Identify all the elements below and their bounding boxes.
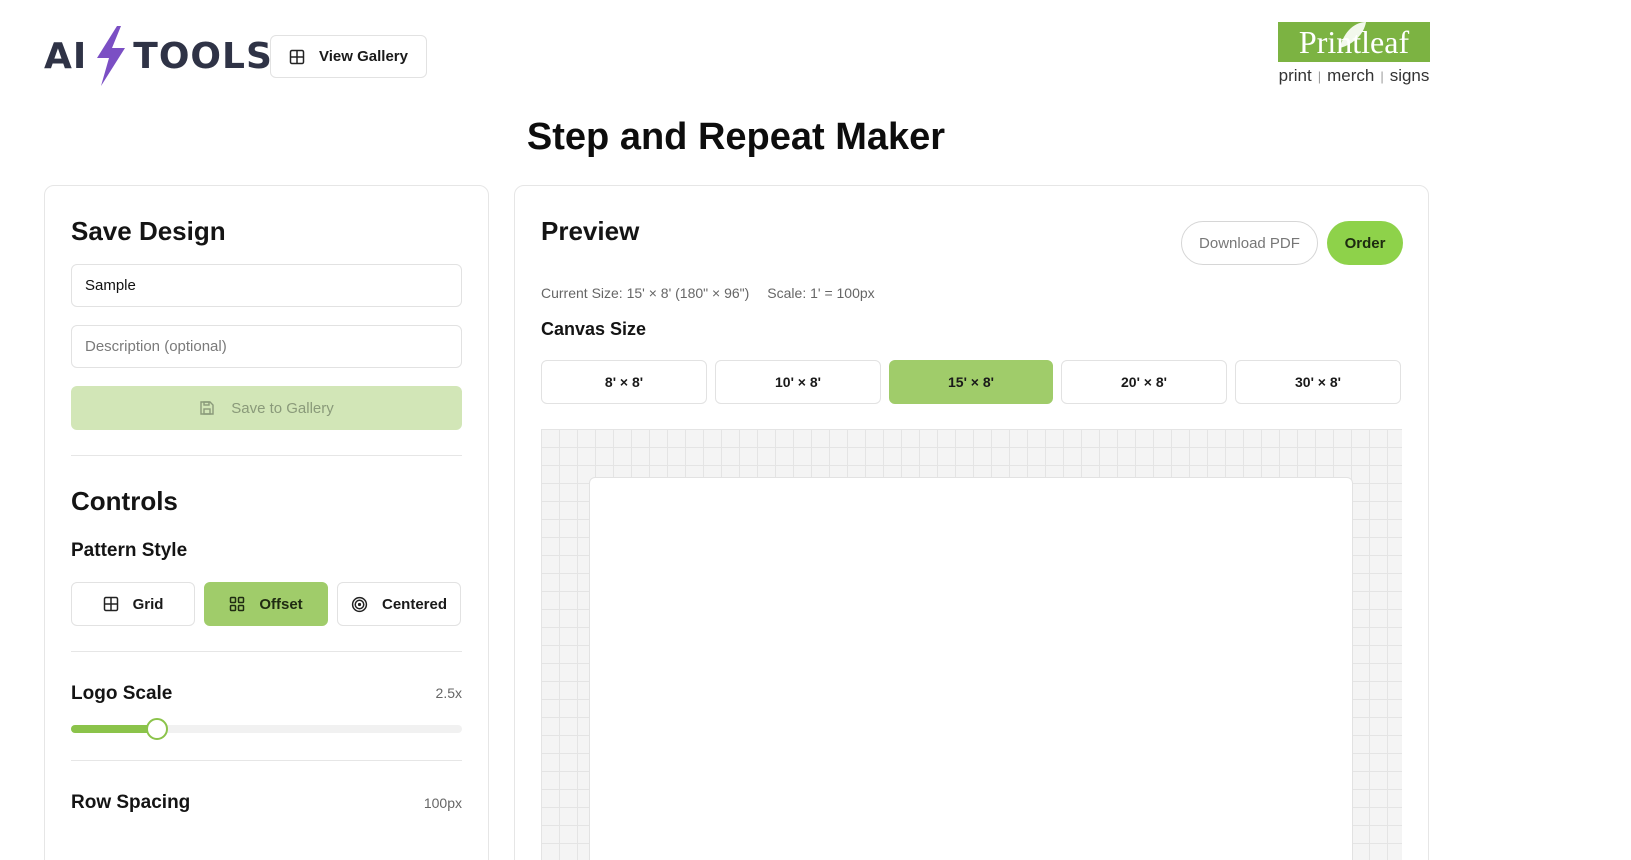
design-name-input[interactable]: Sample <box>71 264 462 307</box>
controls-heading: Controls <box>71 486 178 516</box>
pattern-grid-label: Grid <box>132 595 164 613</box>
layout-grid-icon <box>230 596 245 612</box>
download-pdf-button[interactable]: Download PDF <box>1181 221 1318 265</box>
brand-logo[interactable]: AI TOOLS <box>44 26 273 86</box>
divider <box>71 455 462 456</box>
pattern-style-label: Pattern Style <box>71 540 188 561</box>
size-button-15x8[interactable]: 15' × 8' <box>889 360 1053 404</box>
lightning-bolt-icon <box>97 26 126 86</box>
size-button-30x8[interactable]: 30' × 8' <box>1235 360 1401 404</box>
logo-scale-label: Logo Scale <box>71 683 173 704</box>
tagline-separator: | <box>1317 68 1322 84</box>
size-button-8x8[interactable]: 8' × 8' <box>541 360 707 404</box>
tagline-signs: signs <box>1389 66 1430 85</box>
grid-icon <box>289 49 305 64</box>
left-panel: Save Design Sample Description (optional… <box>44 185 489 860</box>
preview-heading: Preview <box>541 216 640 246</box>
logo-scale-slider-thumb[interactable] <box>146 718 168 740</box>
logo-scale-slider-fill <box>71 725 157 733</box>
canvas-sheet <box>589 477 1353 860</box>
partner-tagline: print | merch | signs <box>1278 66 1430 86</box>
row-spacing-value: 100px <box>423 795 462 811</box>
tagline-print: print <box>1278 66 1312 85</box>
logo-scale-slider[interactable] <box>71 718 462 740</box>
save-to-gallery-button[interactable]: Save to Gallery <box>71 386 462 430</box>
current-size-text: Current Size: 15' × 8' (180" × 96") <box>541 285 750 301</box>
tagline-merch: merch <box>1327 66 1375 85</box>
grid-icon <box>103 596 118 612</box>
size-button-10x8[interactable]: 10' × 8' <box>715 360 881 404</box>
pattern-grid-button[interactable]: Grid <box>71 582 195 626</box>
pattern-offset-label: Offset <box>259 595 303 613</box>
pattern-centered-label: Centered <box>381 595 448 613</box>
leaf-icon <box>1340 22 1366 48</box>
pattern-centered-button[interactable]: Centered <box>337 582 461 626</box>
row-spacing-label: Row Spacing <box>71 792 191 813</box>
divider <box>71 760 462 761</box>
view-gallery-button[interactable]: View Gallery <box>270 35 427 78</box>
logo-scale-value: 2.5x <box>435 685 462 701</box>
brand-text-tools: TOOLS <box>133 35 273 77</box>
tagline-separator: | <box>1380 68 1384 84</box>
preview-canvas[interactable] <box>541 429 1402 860</box>
partner-logo[interactable]: Printleaf print | merch | signs <box>1278 22 1430 86</box>
view-gallery-label: View Gallery <box>319 48 408 65</box>
description-input[interactable]: Description (optional) <box>71 325 462 368</box>
page-title: Step and Repeat Maker <box>526 116 946 158</box>
save-design-heading: Save Design <box>71 216 226 246</box>
preview-panel: Preview Download PDF Order Current Size:… <box>514 185 1429 860</box>
save-icon <box>200 401 214 415</box>
divider <box>71 651 462 652</box>
save-to-gallery-label: Save to Gallery <box>231 399 334 417</box>
size-button-20x8[interactable]: 20' × 8' <box>1061 360 1227 404</box>
canvas-size-label: Canvas Size <box>541 319 647 339</box>
partner-logo-box: Printleaf <box>1278 22 1430 62</box>
scale-text: Scale: 1' = 100px <box>767 285 875 301</box>
brand-text-ai: AI <box>44 35 88 77</box>
size-info: Current Size: 15' × 8' (180" × 96") Scal… <box>541 285 875 301</box>
pattern-offset-button[interactable]: Offset <box>204 582 328 626</box>
order-button[interactable]: Order <box>1327 221 1403 265</box>
target-icon <box>351 596 368 612</box>
